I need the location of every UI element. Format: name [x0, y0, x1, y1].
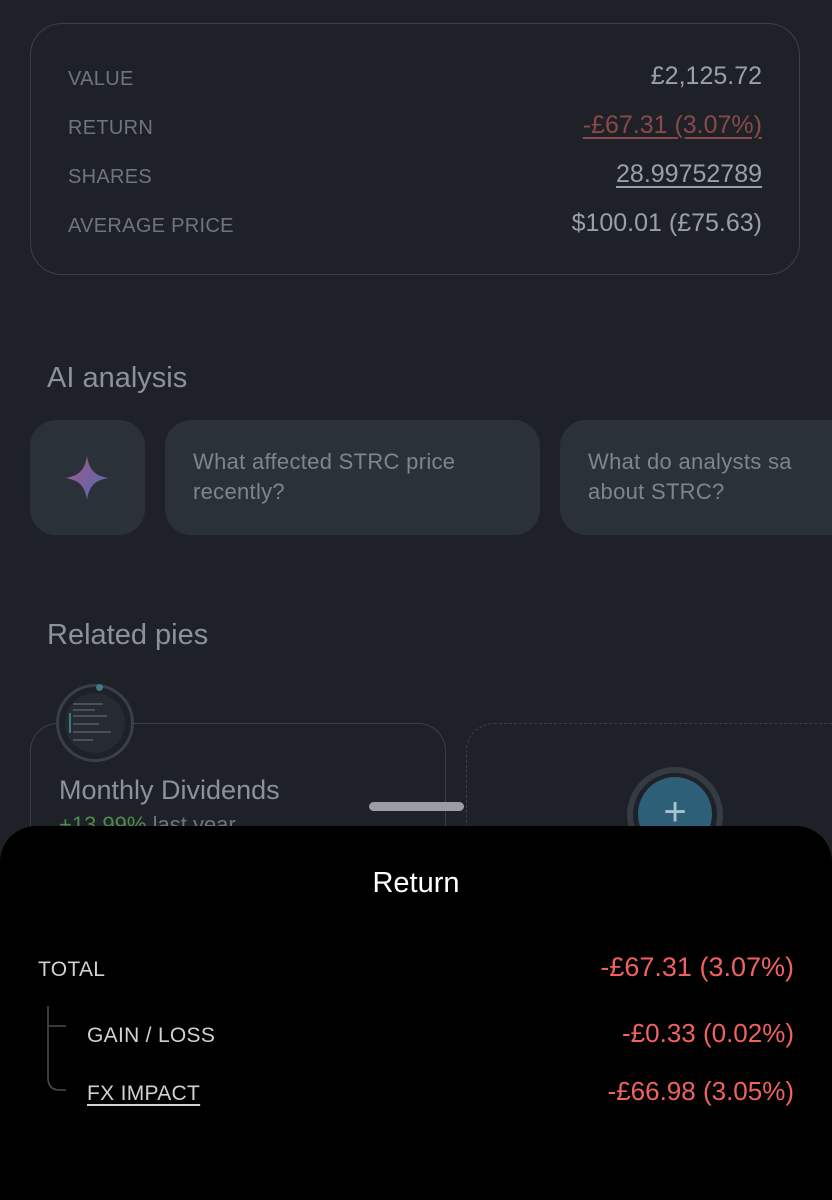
pie-name: Monthly Dividends — [59, 775, 280, 805]
average-price-row: AVERAGE PRICE $100.01 (£75.63) — [68, 209, 762, 241]
pie-indicator-dot — [96, 684, 103, 691]
total-row: TOTAL -£67.31 (3.07%) — [0, 950, 832, 990]
ai-analysis-title: AI analysis — [47, 362, 188, 394]
average-price-label: AVERAGE PRICE — [68, 215, 234, 237]
ai-suggestion-line: recently? — [193, 479, 285, 504]
gain-loss-label: GAIN / LOSS — [87, 1024, 216, 1047]
position-summary-card: VALUE £2,125.72 RETURN -£67.31 (3.07%) S… — [30, 23, 800, 275]
related-pies-title: Related pies — [47, 619, 209, 651]
fx-impact-row[interactable]: FX IMPACT -£66.98 (3.05%) — [0, 1074, 832, 1114]
ai-suggestion-price[interactable]: What affected STRC price recently? — [165, 420, 540, 535]
pie-thumbnail-image — [65, 693, 125, 753]
ai-suggestion-analysts[interactable]: What do analysts sa about STRC? — [560, 420, 832, 535]
gain-loss-row: GAIN / LOSS -£0.33 (0.02%) — [0, 1016, 832, 1056]
breakdown-tree-lines — [47, 1006, 66, 1091]
ai-suggestion-text: What affected STRC price recently? — [193, 447, 455, 507]
average-price-amount: $100.01 (£75.63) — [571, 209, 762, 237]
pie-thumbnail — [56, 684, 134, 762]
fx-impact-value: -£66.98 (3.05%) — [607, 1076, 794, 1106]
value-label: VALUE — [68, 68, 134, 90]
total-value: -£67.31 (3.07%) — [600, 952, 794, 982]
return-amount[interactable]: -£67.31 (3.07%) — [583, 111, 762, 140]
gain-loss-value: -£0.33 (0.02%) — [622, 1018, 794, 1048]
shares-amount[interactable]: 28.99752789 — [616, 160, 762, 189]
return-label: RETURN — [68, 117, 154, 139]
pie-thumbnail-graphic — [69, 703, 111, 741]
sparkle-icon — [65, 456, 109, 500]
ai-suggestion-line: What affected STRC price — [193, 449, 456, 474]
return-row[interactable]: RETURN -£67.31 (3.07%) — [68, 111, 762, 143]
ai-suggestion-text: What do analysts sa about STRC? — [588, 447, 792, 507]
ai-assistant-button[interactable] — [30, 420, 145, 535]
sheet-drag-handle[interactable] — [369, 802, 464, 811]
sheet-title: Return — [372, 867, 460, 899]
shares-row[interactable]: SHARES 28.99752789 — [68, 160, 762, 192]
ai-suggestion-line: What do analysts sa — [588, 449, 792, 474]
value-amount: £2,125.72 — [650, 62, 762, 90]
return-bottom-sheet: Return TOTAL -£67.31 (3.07%) GAIN / LOSS… — [0, 826, 832, 1200]
fx-impact-link[interactable]: FX IMPACT — [87, 1082, 200, 1106]
shares-label: SHARES — [68, 166, 153, 188]
value-row: VALUE £2,125.72 — [68, 62, 762, 94]
ai-suggestion-line: about STRC? — [588, 479, 725, 504]
